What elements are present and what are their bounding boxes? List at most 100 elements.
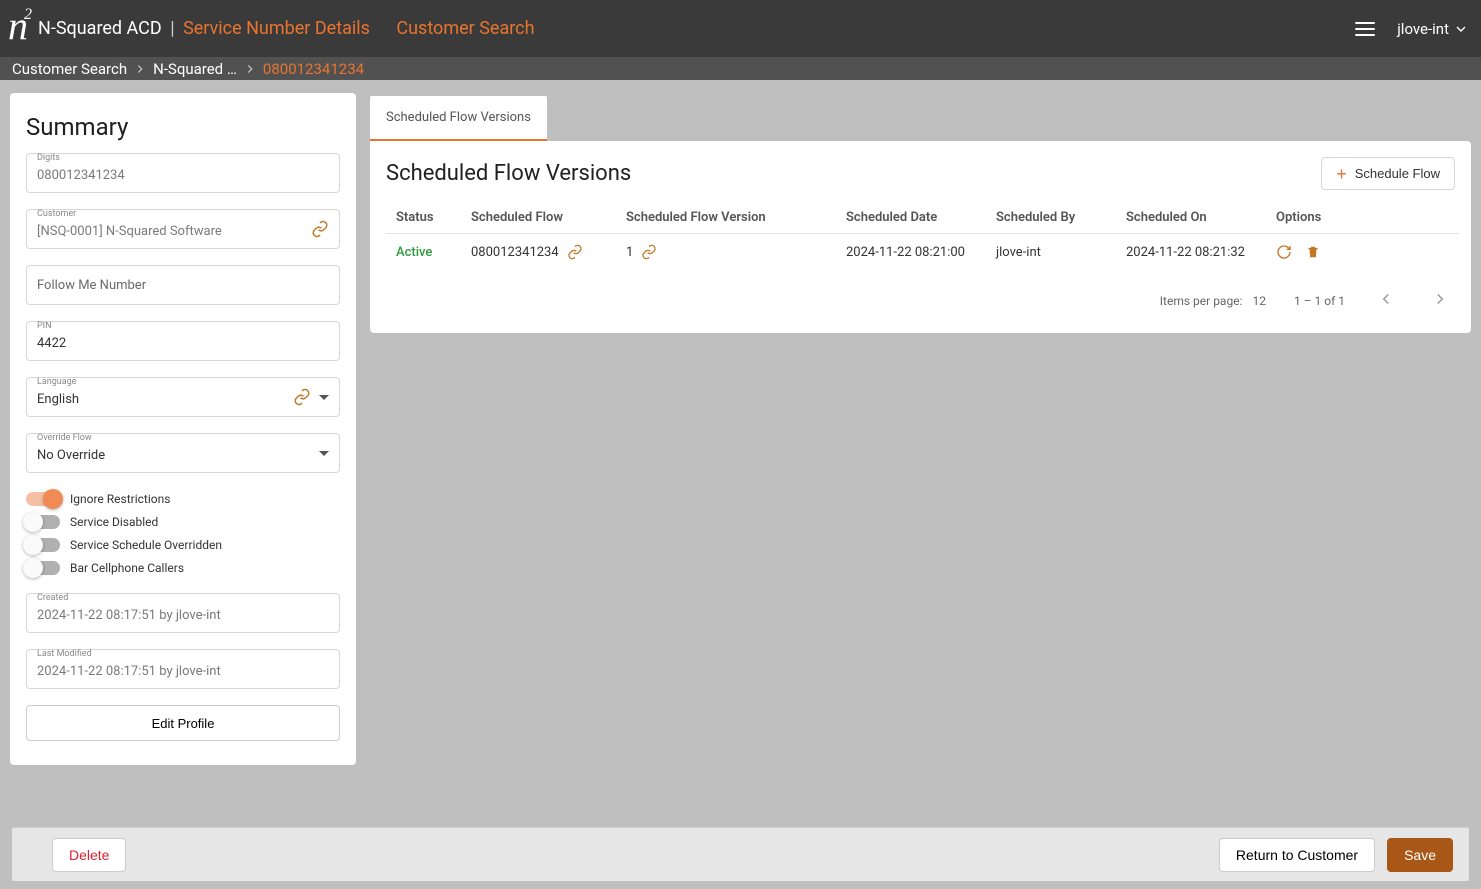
pager-next[interactable] — [1427, 286, 1453, 315]
breadcrumb: Customer Search N-Squared … 080012341234 — [0, 57, 1481, 80]
col-scheduled-date[interactable]: Scheduled Date — [836, 202, 986, 234]
link-icon[interactable] — [641, 244, 657, 260]
right-area: Scheduled Flow Versions Scheduled Flow V… — [370, 93, 1471, 333]
language-field[interactable]: Language English — [26, 377, 340, 417]
breadcrumb-current: 080012341234 — [263, 60, 364, 78]
pager-range: 1 – 1 of 1 — [1294, 294, 1345, 308]
main-area: Summary Digits 080012341234 Customer [NS… — [0, 80, 1481, 835]
toggle-switch[interactable] — [26, 492, 60, 506]
toggle-label: Service Disabled — [70, 515, 158, 529]
delete-button[interactable]: Delete — [52, 838, 126, 872]
toggles: Ignore Restrictions Service Disabled Ser… — [26, 487, 340, 579]
logo-icon: n2 — [8, 2, 32, 49]
table-row[interactable]: Active 080012341234 1 — [386, 234, 1459, 271]
app-name: N-Squared ACD — [38, 18, 162, 39]
toggle-label: Service Schedule Overridden — [70, 538, 222, 552]
content-title: Scheduled Flow Versions — [386, 161, 1321, 186]
app-title: N-Squared ACD | Service Number Details C… — [38, 18, 535, 39]
link-icon[interactable] — [293, 388, 311, 406]
content-header: Scheduled Flow Versions + Schedule Flow — [386, 157, 1459, 190]
summary-title: Summary — [26, 113, 340, 141]
last-modified-label: Last Modified — [35, 649, 94, 659]
breadcrumb-customer-search[interactable]: Customer Search — [12, 60, 127, 78]
toggle-switch[interactable] — [26, 515, 60, 529]
summary-panel: Summary Digits 080012341234 Customer [NS… — [10, 93, 356, 765]
follow-me-label: Follow Me Number — [37, 278, 146, 293]
table-header-row: Status Scheduled Flow Scheduled Flow Ver… — [386, 202, 1459, 234]
scheduled-flow-value: 080012341234 — [471, 245, 559, 260]
digits-label: Digits — [35, 153, 62, 163]
col-options: Options — [1266, 202, 1459, 234]
col-scheduled-by[interactable]: Scheduled By — [986, 202, 1116, 234]
trash-icon[interactable] — [1306, 244, 1320, 260]
plus-icon: + — [1336, 167, 1347, 181]
toggle-switch[interactable] — [26, 538, 60, 552]
chevron-right-icon — [243, 62, 257, 76]
override-flow-field[interactable]: Override Flow No Override — [26, 433, 340, 473]
edit-profile-button[interactable]: Edit Profile — [26, 705, 340, 741]
col-scheduled-flow[interactable]: Scheduled Flow — [461, 202, 616, 234]
override-flow-value: No Override — [37, 444, 319, 463]
dropdown-arrow-icon — [319, 451, 329, 456]
digits-value: 080012341234 — [37, 164, 329, 183]
col-scheduled-flow-version[interactable]: Scheduled Flow Version — [616, 202, 836, 234]
nav-customer-search[interactable]: Customer Search — [396, 18, 534, 39]
toggle-service-disabled[interactable]: Service Disabled — [26, 510, 340, 533]
language-label: Language — [35, 377, 78, 387]
pipe-separator: | — [170, 18, 174, 39]
breadcrumb-customer[interactable]: N-Squared … — [153, 60, 237, 78]
chevron-right-icon — [1431, 290, 1449, 308]
pager: Items per page: 12 1 – 1 of 1 — [386, 270, 1459, 321]
dropdown-arrow-icon — [319, 395, 329, 400]
toggle-service-schedule-overridden[interactable]: Service Schedule Overridden — [26, 533, 340, 556]
pin-value: 4422 — [37, 332, 329, 351]
link-icon[interactable] — [567, 244, 583, 260]
user-menu[interactable]: jlove-int — [1397, 20, 1469, 38]
toggle-label: Ignore Restrictions — [70, 492, 170, 506]
pin-field[interactable]: PIN 4422 — [26, 321, 340, 361]
chevron-left-icon — [1377, 290, 1395, 308]
items-per-page-label: Items per page: — [1160, 294, 1243, 308]
refresh-icon[interactable] — [1276, 244, 1292, 260]
toggle-switch[interactable] — [26, 561, 60, 575]
tab-scheduled-flow-versions[interactable]: Scheduled Flow Versions — [370, 96, 547, 141]
username: jlove-int — [1397, 20, 1449, 38]
nav-service-number-details[interactable]: Service Number Details — [183, 18, 370, 39]
link-icon[interactable] — [311, 220, 329, 238]
toggle-label: Bar Cellphone Callers — [70, 561, 184, 575]
last-modified-field: Last Modified 2024-11-22 08:17:51 by jlo… — [26, 649, 340, 689]
logo-area: n2 N-Squared ACD | Service Number Detail… — [4, 2, 535, 55]
customer-label: Customer — [35, 209, 78, 219]
created-label: Created — [35, 593, 70, 603]
toggle-bar-cellphone-callers[interactable]: Bar Cellphone Callers — [26, 556, 340, 579]
scheduled-flows-table: Status Scheduled Flow Scheduled Flow Ver… — [386, 202, 1459, 270]
schedule-flow-button[interactable]: + Schedule Flow — [1321, 157, 1455, 190]
footer-actions: Delete Return to Customer Save — [12, 827, 1469, 881]
last-modified-value: 2024-11-22 08:17:51 by jlove-int — [37, 660, 329, 679]
items-per-page-value[interactable]: 12 — [1252, 294, 1266, 308]
scheduled-on-value: 2024-11-22 08:21:32 — [1116, 234, 1266, 271]
hamburger-icon[interactable] — [1355, 22, 1375, 36]
override-flow-label: Override Flow — [35, 433, 94, 443]
created-value: 2024-11-22 08:17:51 by jlove-int — [37, 604, 329, 623]
digits-field: Digits 080012341234 — [26, 153, 340, 193]
chevron-right-icon — [133, 62, 147, 76]
col-status[interactable]: Status — [386, 202, 461, 234]
customer-field: Customer [NSQ-0001] N-Squared Software — [26, 209, 340, 249]
follow-me-field[interactable]: Follow Me Number — [26, 265, 340, 305]
topbar: n2 N-Squared ACD | Service Number Detail… — [0, 0, 1481, 57]
customer-value: [NSQ-0001] N-Squared Software — [37, 220, 311, 239]
content-panel: Scheduled Flow Versions + Schedule Flow … — [370, 141, 1471, 333]
col-scheduled-on[interactable]: Scheduled On — [1116, 202, 1266, 234]
scheduled-by-value: jlove-int — [986, 234, 1116, 271]
tabs-row: Scheduled Flow Versions — [370, 93, 1471, 141]
scheduled-flow-version-value: 1 — [626, 245, 633, 260]
pager-prev[interactable] — [1373, 286, 1399, 315]
created-field: Created 2024-11-22 08:17:51 by jlove-int — [26, 593, 340, 633]
schedule-flow-button-label: Schedule Flow — [1355, 166, 1440, 181]
scheduled-date-value: 2024-11-22 08:21:00 — [836, 234, 986, 271]
toggle-ignore-restrictions[interactable]: Ignore Restrictions — [26, 487, 340, 510]
pin-label: PIN — [35, 321, 54, 331]
save-button[interactable]: Save — [1387, 838, 1453, 872]
return-to-customer-button[interactable]: Return to Customer — [1219, 838, 1375, 872]
